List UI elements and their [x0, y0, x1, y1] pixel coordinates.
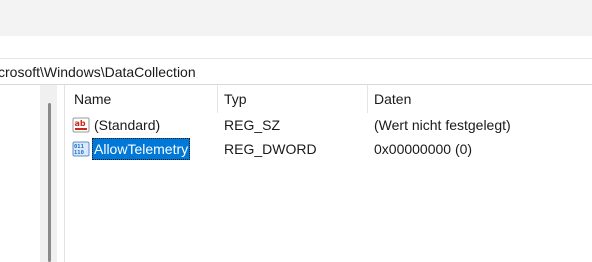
string-value-icon: ab — [72, 117, 90, 133]
value-data: (Wert nicht festgelegt) — [374, 117, 511, 133]
column-header-data[interactable]: Daten — [368, 85, 592, 113]
address-bar[interactable]: crosoft\Windows\DataCollection — [0, 58, 592, 85]
value-name[interactable]: (Standard) — [92, 113, 162, 137]
list-item[interactable]: ab (Standard) REG_SZ (Wert nicht festgel… — [68, 113, 592, 137]
value-name[interactable]: AllowTelemetry — [92, 138, 191, 160]
title-bar — [0, 0, 592, 36]
value-data: 0x00000000 (0) — [374, 141, 473, 157]
tree-scrollbar-thumb[interactable] — [48, 103, 51, 262]
address-path[interactable]: crosoft\Windows\DataCollection — [0, 64, 196, 80]
menu-area — [0, 36, 592, 58]
dword-value-icon: 011 110 — [72, 141, 90, 157]
column-header-type[interactable]: Typ — [218, 85, 368, 113]
value-type: REG_SZ — [224, 117, 281, 133]
list-item[interactable]: 011 110 AllowTelemetry REG_DWORD 0x00000… — [68, 137, 592, 161]
value-type: REG_DWORD — [224, 141, 317, 157]
svg-text:110: 110 — [74, 150, 84, 156]
list-header: Name Typ Daten — [68, 85, 592, 113]
svg-text:ab: ab — [75, 119, 86, 128]
values-list[interactable]: Name Typ Daten ab (Standard) REG_SZ (Wer… — [68, 85, 592, 262]
column-header-name[interactable]: Name — [68, 85, 218, 113]
